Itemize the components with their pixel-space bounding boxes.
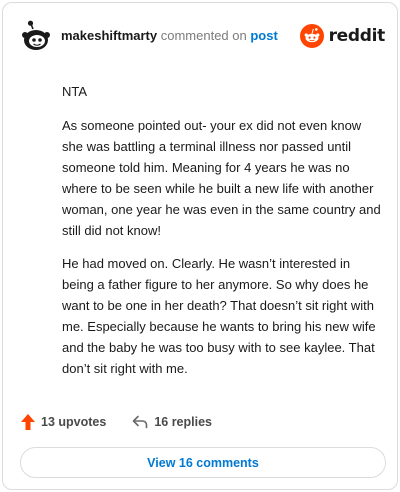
action-text: commented on (160, 28, 247, 43)
reddit-logo[interactable]: reddit (299, 23, 386, 49)
comment-attribution: makeshiftmarty commented on post (61, 28, 278, 44)
comment-paragraph: He had moved on. Clearly. He wasn’t inte… (62, 256, 376, 376)
avatar[interactable] (21, 20, 51, 54)
reddit-wordmark: reddit (328, 26, 386, 46)
comment-paragraph: As someone pointed out- your ex did not … (62, 118, 381, 238)
reddit-logo-icon (299, 24, 324, 48)
view-comments-button[interactable]: View 16 comments (20, 447, 386, 478)
comment-body: NTA As someone pointed out- your ex did … (62, 81, 384, 391)
comment-header: makeshiftmarty commented on post reddit (21, 18, 385, 54)
reply-stat[interactable]: 16 replies (132, 415, 212, 429)
upvote-arrow-icon (21, 414, 35, 430)
comment-paragraph: NTA (62, 84, 88, 99)
reply-arrow-icon (133, 415, 148, 429)
post-link[interactable]: post (250, 28, 277, 43)
username[interactable]: makeshiftmarty (61, 28, 157, 43)
comment-card: makeshiftmarty commented on post reddit … (2, 2, 398, 490)
upvote-count: 13 upvotes (41, 415, 107, 429)
comment-stats: 13 upvotes 16 replies (21, 412, 212, 432)
upvote-stat[interactable]: 13 upvotes (21, 414, 106, 430)
reply-count: 16 replies (154, 415, 212, 429)
